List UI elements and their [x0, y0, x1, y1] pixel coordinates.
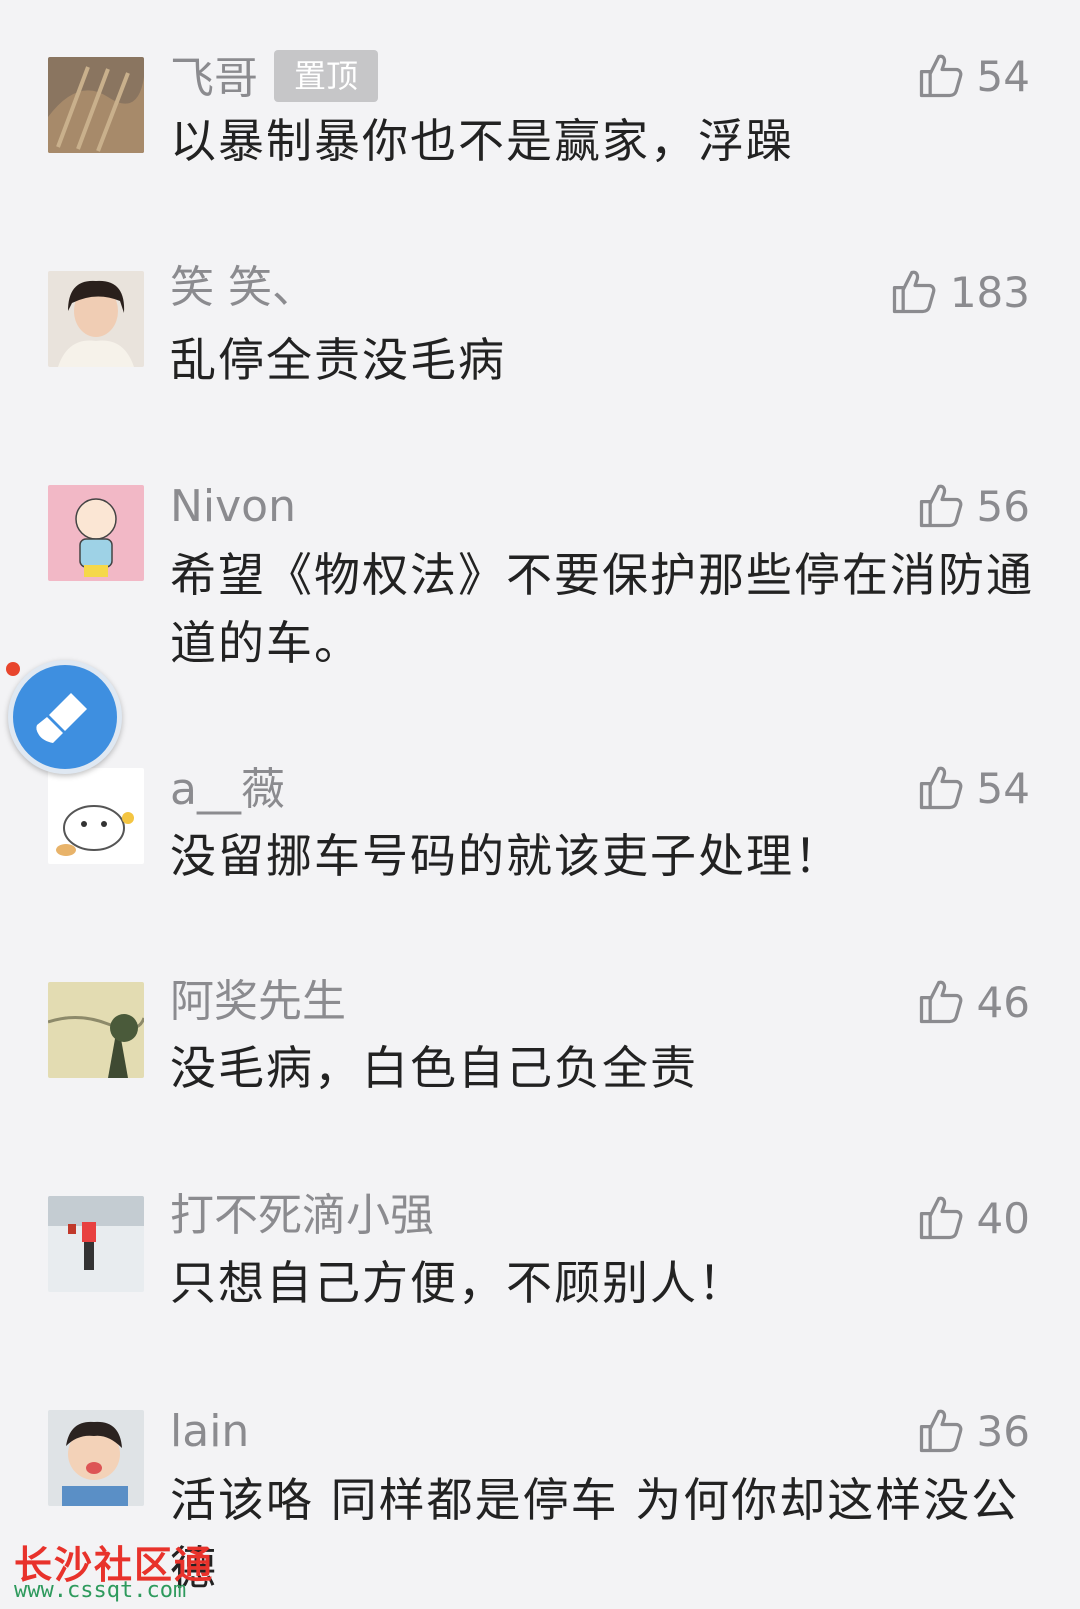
like-button[interactable]: 54: [915, 48, 1030, 104]
user-name[interactable]: 打不死滴小强: [170, 1190, 434, 1242]
thumbs-up-icon: [919, 766, 962, 810]
avatar[interactable]: [48, 982, 144, 1078]
like-count: 56: [976, 481, 1030, 531]
thumbs-up-icon: [919, 484, 962, 528]
avatar[interactable]: [48, 1196, 144, 1292]
like-button[interactable]: 54: [915, 760, 1030, 816]
comment-text: 以暴制暴你也不是赢家，浮躁: [170, 114, 794, 168]
like-button[interactable]: 40: [915, 1190, 1030, 1246]
comment-text: 希望《物权法》不要保护那些停在消防通道的车。: [170, 548, 1034, 670]
broom-icon: [36, 693, 87, 743]
user-name[interactable]: 阿奖先生: [170, 976, 346, 1028]
like-button[interactable]: 56: [915, 478, 1030, 534]
like-count: 54: [976, 763, 1030, 813]
user-name[interactable]: a__薇: [170, 764, 285, 816]
like-button[interactable]: 46: [915, 974, 1030, 1030]
like-button[interactable]: 183: [888, 264, 1030, 320]
thumbs-up-icon: [919, 1409, 962, 1453]
avatar[interactable]: [48, 57, 144, 153]
comment-text: 活该咯 同样都是停车 为何你却这样没公德: [170, 1473, 1020, 1595]
watermark-url: www.cssqt.com: [14, 1578, 187, 1603]
like-count: 183: [949, 267, 1030, 317]
like-count: 46: [976, 977, 1030, 1027]
comment-text: 没毛病，白色自己负全责: [170, 1041, 698, 1095]
notification-dot: [6, 662, 20, 676]
user-name[interactable]: Nivon: [170, 481, 296, 533]
thumbs-up-icon: [919, 1196, 962, 1240]
comment-text: 只想自己方便，不顾别人！: [170, 1256, 746, 1310]
comment-text: 没留挪车号码的就该吏子处理！: [170, 829, 842, 883]
user-name[interactable]: 飞哥 置顶: [170, 50, 379, 105]
like-count: 40: [976, 1193, 1030, 1243]
user-name[interactable]: lain: [170, 1406, 249, 1458]
avatar[interactable]: [48, 768, 144, 864]
like-button[interactable]: 36: [915, 1403, 1030, 1459]
floating-clean-button[interactable]: [8, 660, 122, 774]
avatar[interactable]: [48, 271, 144, 367]
pinned-badge: 置顶: [274, 50, 379, 102]
like-count: 36: [976, 1406, 1030, 1456]
user-name[interactable]: 笑 笑、: [170, 262, 316, 314]
avatar[interactable]: [48, 1410, 144, 1506]
like-count: 54: [976, 51, 1030, 101]
thumbs-up-icon: [892, 270, 936, 314]
thumbs-up-icon: [919, 54, 962, 98]
avatar[interactable]: [48, 485, 144, 581]
thumbs-up-icon: [919, 980, 962, 1024]
comment-text: 乱停全责没毛病: [170, 333, 506, 387]
user-name-text[interactable]: 飞哥: [170, 53, 258, 104]
